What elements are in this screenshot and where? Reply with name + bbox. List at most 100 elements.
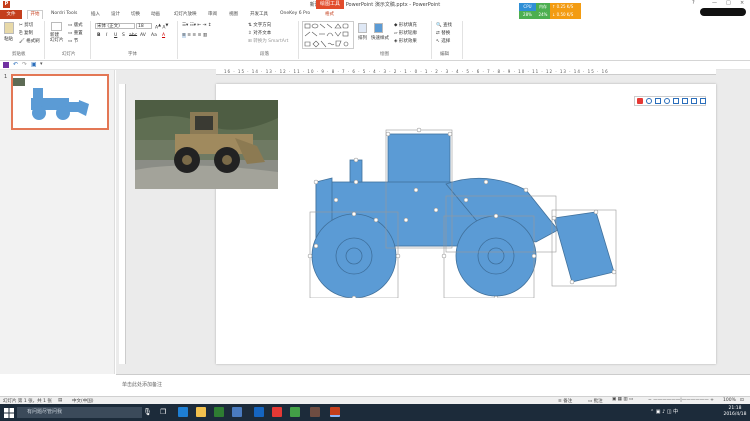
shadow-button[interactable]: S [122,33,125,38]
store-icon[interactable] [214,407,224,417]
microphone-icon[interactable]: 🎙 [143,408,152,416]
slideshow-icon[interactable]: ▣ [31,61,37,68]
group-label-editing: 编辑 [440,52,449,57]
new-slide-icon[interactable] [51,22,62,31]
system-tray-icons[interactable]: ⌃ ▣ ♪ ◫ 中 [650,408,678,415]
spelling-icon[interactable]: ▤ [58,398,62,403]
notes-pane[interactable]: 单击此处添加备注 [116,374,750,396]
keyboard-icon[interactable] [682,98,688,104]
save-icon[interactable] [3,62,9,68]
tab-format[interactable]: 格式 [325,11,334,17]
char-spacing-button[interactable]: AV [140,33,146,38]
tab-developer[interactable]: 开发工具 [250,11,268,17]
grow-font-button[interactable]: A▲ A▼ [155,23,168,31]
tab-file[interactable]: 文件 [0,10,22,19]
task-view-icon[interactable]: ❐ [160,408,166,416]
tab-slideshow[interactable]: 幻灯片放映 [174,11,197,17]
smartart-button[interactable]: ⊞ 转换为 SmartArt [248,38,288,44]
customize-toolbar-icon[interactable]: ▾ [40,61,43,67]
layout-button[interactable]: ▭ 版式 [68,22,83,28]
divider [44,21,45,59]
app-icon-brown[interactable] [310,407,320,417]
redo-icon[interactable]: ↷ [22,61,27,68]
shape-outline-button[interactable]: ▱ 形状轮廓 [394,30,417,36]
ribbon: 粘贴 ✂ 剪切 ⎘ 复制 🖌 格式刷 剪贴板 新建 幻灯片 ▭ 版式 ▭ 重置 … [0,19,750,61]
edge-browser-icon[interactable] [178,407,188,417]
tab-animations[interactable]: 动画 [151,11,160,17]
quick-styles-icon[interactable] [374,23,383,33]
sogou-logo-icon[interactable] [637,98,643,104]
undo-icon[interactable]: ↶ [13,61,18,68]
select-button[interactable]: ↖ 选择 [436,38,450,44]
fit-slide-icon[interactable]: ⊡ [740,398,744,403]
tab-transitions[interactable]: 切换 [131,11,140,17]
zoom-level[interactable]: 100% [723,398,736,403]
tab-onekey[interactable]: OneKey 6 Pro [280,11,310,16]
media-player-icon[interactable] [290,407,300,417]
loader-vector-shapes[interactable] [296,120,618,298]
input-method-toolbar[interactable] [634,96,706,106]
language-toggle-icon[interactable] [646,98,652,104]
taskbar-clock[interactable]: 21:18 2016/4/18 [722,406,748,418]
emoji-icon[interactable] [664,98,670,104]
maximize-button[interactable]: □ [726,0,731,6]
align-left-icon[interactable]: ≡ [182,33,186,38]
slide-thumbnail[interactable] [11,74,109,130]
file-explorer-icon[interactable] [196,407,206,417]
taskbar-search-box[interactable]: 有问题尽管问我 [17,407,142,418]
text-direction-button[interactable]: ⇅ 文字方向 [248,22,271,28]
close-button[interactable]: × [740,0,744,6]
app-icon-red[interactable] [272,407,282,417]
shape-effects-button[interactable]: ◈ 形状效果 [394,38,417,44]
tab-home[interactable]: 开始 [27,10,43,19]
quick-styles-button[interactable]: 快速样式 [371,35,389,41]
minimize-button[interactable]: — [712,0,717,6]
voice-icon[interactable] [673,98,679,104]
mail-icon[interactable] [232,407,242,417]
paste-icon[interactable] [4,22,14,34]
copy-button[interactable]: ⎘ 复制 [19,30,33,36]
reset-button[interactable]: ▭ 重置 [68,30,83,36]
slide-thumbnail-preview [13,78,89,120]
format-painter-button[interactable]: 🖌 格式刷 [19,38,40,44]
scissors-icon: ✂ [19,23,23,28]
skin-icon[interactable] [691,98,697,104]
cut-button[interactable]: ✂ 剪切 [19,22,33,28]
help-button[interactable]: ? [692,0,695,6]
bold-button[interactable]: B [97,33,100,38]
change-case-button[interactable]: Aa [151,33,157,38]
tab-view[interactable]: 视图 [229,11,238,17]
loader-photo[interactable] [135,100,278,189]
app-icon-blue[interactable] [254,407,264,417]
replace-button[interactable]: ⇄ 替换 [436,30,450,36]
find-button[interactable]: 🔍 查找 [436,22,452,28]
strikethrough-button[interactable]: abc [129,33,137,38]
shape-fill-button[interactable]: ◆ 形状填充 [394,22,417,28]
italic-button[interactable]: I [106,33,107,38]
windows-start-icon[interactable] [4,408,14,418]
arrange-icon[interactable] [358,23,367,33]
arrange-button[interactable]: 排列 [358,35,367,41]
font-name-select[interactable]: 宋体 (正文) [95,23,135,29]
font-size-select[interactable]: 18 [136,23,152,29]
shapes-gallery[interactable] [302,21,354,49]
section-button[interactable]: ▭ 节 [68,38,78,44]
font-color-button[interactable]: A [162,33,165,38]
tab-review[interactable]: 审阅 [208,11,217,17]
new-slide-button[interactable]: 新建 幻灯片 [50,33,64,43]
tab-nordri-tools[interactable]: Nordri Tools [51,11,77,16]
align-text-button[interactable]: ⇳ 对齐文本 [248,30,271,36]
paste-button[interactable]: 粘贴 [4,36,13,42]
notes-placeholder[interactable]: 单击此处添加备注 [122,381,162,388]
underline-button[interactable]: U [114,33,117,38]
view-buttons[interactable]: ▣ ▦ ▥ ▭ [612,397,633,402]
tools-icon[interactable] [700,98,706,104]
bullets-button[interactable]: ☰▾ ☷▾ ⇤ ⇥ ↕ [182,23,212,28]
powerpoint-taskbar-icon[interactable] [330,407,340,417]
tab-insert[interactable]: 插入 [91,11,100,17]
divider [298,21,299,59]
tab-design[interactable]: 设计 [111,11,120,17]
punctuation-icon[interactable] [655,98,661,104]
zoom-slider[interactable]: − ——————|—————— + [648,398,714,403]
alignment-buttons[interactable]: ≡ ≡ ≡ ≡ ▥ [182,33,207,38]
